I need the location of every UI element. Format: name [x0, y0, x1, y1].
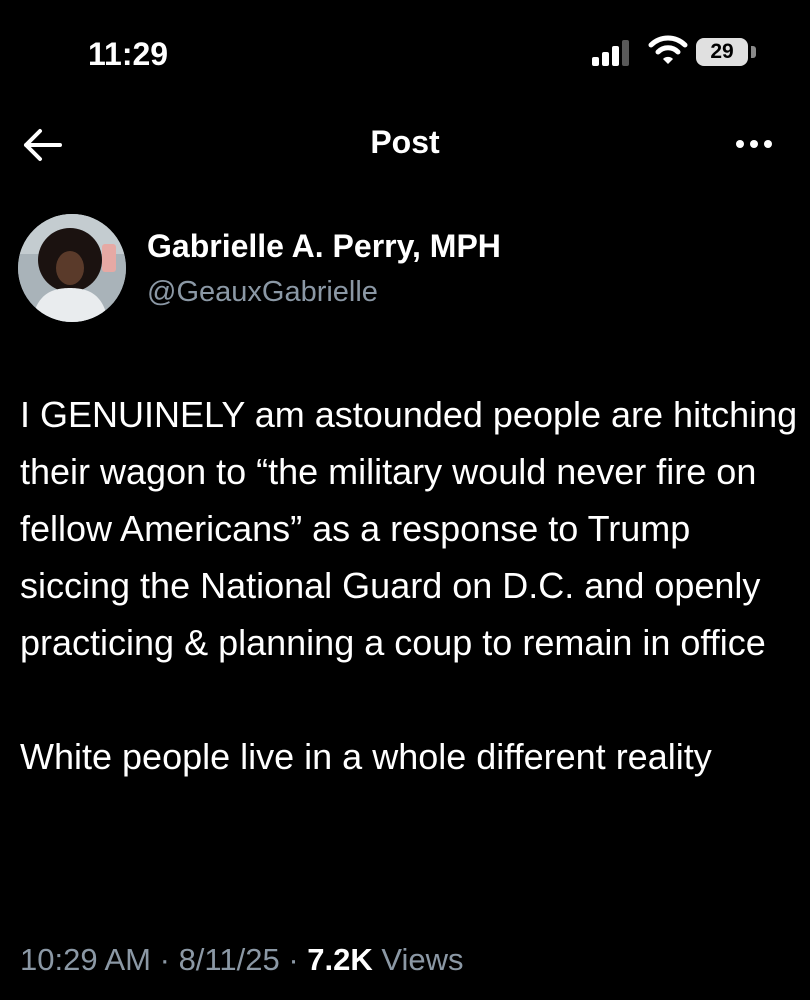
post-text: I GENUINELY am astounded people are hitc…	[20, 386, 800, 785]
battery-icon: 29	[696, 38, 748, 66]
signal-bars-icon	[592, 38, 632, 66]
avatar-photo	[18, 214, 126, 322]
status-time: 11:29	[88, 36, 169, 72]
post-paragraph: White people live in a whole different r…	[20, 736, 712, 777]
nav-bar: Post	[0, 110, 810, 180]
battery-level: 29	[710, 40, 734, 63]
page-title: Post	[370, 124, 440, 160]
author-handle[interactable]: @GeauxGabrielle	[147, 276, 378, 309]
post-date: 8/11/25	[178, 942, 280, 977]
avatar[interactable]	[18, 214, 126, 322]
author-display-name[interactable]: Gabrielle A. Perry, MPH	[147, 228, 501, 265]
views-count: 7.2K	[307, 942, 373, 977]
meta-separator: ·	[159, 942, 170, 977]
more-options-button[interactable]	[730, 124, 780, 164]
post-metadata: 10:29 AM · 8/11/25 · 7.2K Views	[20, 942, 464, 978]
post-time: 10:29 AM	[20, 942, 151, 977]
wifi-icon	[648, 35, 688, 64]
ellipsis-icon	[736, 140, 772, 148]
views-label: Views	[381, 942, 464, 977]
battery-nub	[751, 46, 756, 58]
post-paragraph: I GENUINELY am astounded people are hitc…	[20, 394, 798, 663]
status-bar: 11:29 29	[0, 0, 810, 110]
meta-separator: ·	[288, 942, 299, 977]
post-author: Gabrielle A. Perry, MPH @GeauxGabrielle	[18, 214, 798, 324]
